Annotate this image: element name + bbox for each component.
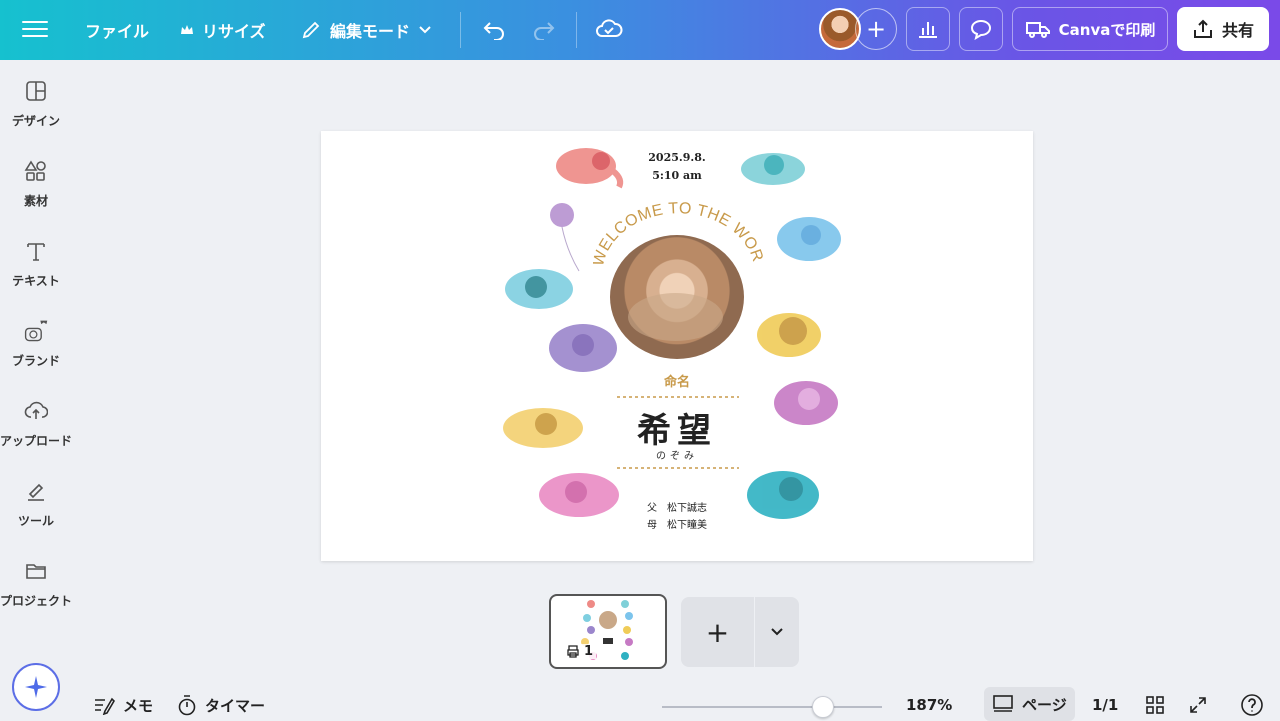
notes-label: メモ — [123, 696, 154, 715]
birth-time: 5:10 am — [652, 169, 702, 182]
sidebar-item-design[interactable]: デザイン — [0, 60, 72, 130]
page-thumbnail[interactable]: 1 — [549, 594, 667, 669]
left-sidebar: デザイン 素材 テキスト ブランド アップロード ツール プロジェクト — [0, 60, 72, 720]
truck-icon — [1025, 22, 1050, 38]
baby-photo — [610, 235, 744, 359]
file-menu-label: ファイル — [85, 22, 150, 41]
share-label: 共有 — [1221, 21, 1254, 40]
add-page-options-button[interactable] — [754, 597, 799, 667]
file-menu-button[interactable]: ファイル — [75, 8, 159, 52]
chevron-down-icon — [771, 628, 783, 636]
birth-date: 2025.9.8. — [648, 151, 706, 164]
name-reading: のぞみ — [656, 451, 698, 462]
toolbar-divider — [460, 12, 461, 48]
edit-mode-label: 編集モード — [330, 22, 411, 41]
baby-name: 希望 — [637, 411, 717, 451]
toolbar-divider — [576, 12, 577, 48]
zoom-percentage[interactable]: 187% — [906, 690, 952, 720]
comments-button[interactable] — [959, 7, 1003, 51]
sidebar-item-label: デザイン — [11, 114, 60, 128]
plus-icon: + — [865, 15, 887, 43]
timer-label: タイマー — [205, 696, 266, 715]
sidebar-item-text[interactable]: テキスト — [0, 220, 72, 290]
page-number: 1 — [584, 644, 594, 659]
elements-icon — [23, 158, 49, 184]
cloud-check-icon — [596, 19, 623, 37]
comment-icon — [970, 19, 992, 40]
projects-icon — [23, 558, 49, 584]
sidebar-item-label: ツール — [17, 514, 54, 528]
undo-button[interactable] — [478, 14, 510, 46]
pencil-icon — [302, 21, 320, 39]
zoom-slider-handle[interactable] — [811, 696, 834, 718]
fullscreen-button[interactable] — [1188, 690, 1208, 720]
expand-icon — [1190, 697, 1206, 713]
tools-icon — [23, 478, 49, 504]
bottom-bar: メモ タイマー 187% ページ 1/1 — [0, 687, 1280, 721]
undo-icon — [483, 22, 504, 40]
plus-icon: + — [705, 615, 730, 649]
father-name: 父 松下誠志 — [647, 503, 707, 514]
cloud-save-button[interactable] — [592, 12, 626, 46]
page-view-label: ページ — [1022, 695, 1067, 714]
page-counter[interactable]: 1/1 — [1092, 690, 1118, 720]
help-icon — [1241, 694, 1263, 716]
add-page-control: + — [681, 597, 799, 667]
redo-icon — [534, 22, 555, 40]
sidebar-item-label: ブランド — [11, 354, 60, 368]
redo-button[interactable] — [528, 14, 560, 46]
grid-view-button[interactable] — [1145, 690, 1165, 720]
share-button[interactable]: 共有 — [1177, 7, 1269, 51]
naming-label: 命名 — [663, 375, 690, 390]
timer-button[interactable]: タイマー — [177, 690, 265, 720]
bar-chart-icon — [919, 22, 937, 38]
grid-icon — [1146, 696, 1164, 714]
resize-label: リサイズ — [202, 22, 266, 41]
mother-name: 母 松下瞳美 — [647, 520, 707, 531]
zoom-value: 187% — [906, 696, 953, 714]
sidebar-item-label: テキスト — [12, 274, 60, 288]
upload-icon — [23, 398, 49, 424]
menu-icon[interactable] — [22, 16, 48, 44]
page-view-button[interactable]: ページ — [984, 687, 1075, 721]
sidebar-item-uploads[interactable]: アップロード — [0, 380, 72, 450]
resize-button[interactable]: リサイズ — [170, 8, 276, 52]
insights-button[interactable] — [906, 7, 950, 51]
notes-icon — [95, 697, 115, 715]
zoom-slider[interactable] — [662, 696, 882, 718]
timer-icon — [178, 695, 196, 716]
design-icon — [23, 78, 49, 104]
print-label: Canvaで印刷 — [1058, 20, 1156, 39]
print-button[interactable]: Canvaで印刷 — [1012, 7, 1168, 51]
sidebar-item-projects[interactable]: プロジェクト — [0, 540, 72, 610]
crown-icon — [181, 25, 193, 34]
design-canvas[interactable]: 2025.9.8. 5:10 am WELCOME TO THE WORLD! … — [321, 131, 1033, 561]
sidebar-item-brand[interactable]: ブランド — [0, 300, 72, 370]
page-number-badge: 1 — [563, 644, 597, 659]
text-icon — [23, 238, 49, 264]
top-toolbar: ファイル リサイズ 編集モード + Canvaで印刷 共有 — [0, 0, 1280, 60]
sidebar-item-label: プロジェクト — [0, 594, 73, 608]
help-button[interactable] — [1240, 690, 1264, 720]
edit-mode-dropdown[interactable]: 編集モード — [290, 8, 442, 52]
page-layout-icon — [993, 695, 1013, 712]
add-page-button[interactable]: + — [681, 597, 754, 667]
sidebar-item-label: アップロード — [0, 434, 73, 448]
sidebar-item-tools[interactable]: ツール — [0, 460, 72, 530]
add-collaborator-button[interactable]: + — [855, 8, 897, 50]
upload-share-icon — [1193, 19, 1212, 38]
sidebar-item-label: 素材 — [23, 194, 48, 208]
page-count: 1/1 — [1092, 696, 1119, 714]
notes-button[interactable]: メモ — [93, 690, 153, 720]
brand-icon — [23, 318, 49, 344]
chevron-down-icon — [419, 26, 431, 34]
sidebar-item-elements[interactable]: 素材 — [0, 140, 72, 210]
print-icon — [567, 645, 579, 658]
